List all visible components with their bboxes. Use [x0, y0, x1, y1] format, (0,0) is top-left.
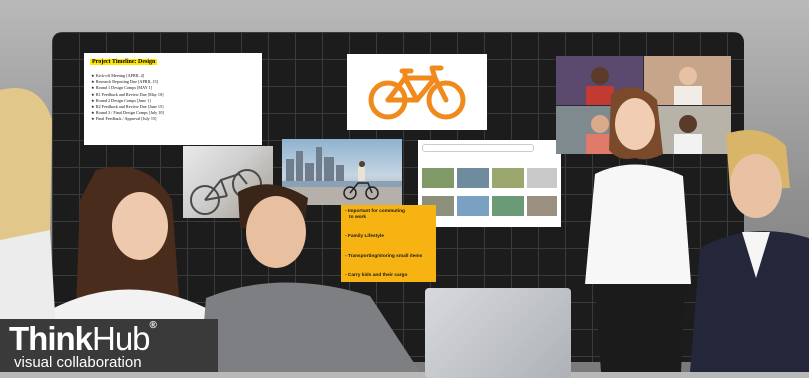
man-in-grey-sweater [200, 184, 420, 372]
list-item: R1 Feedback and Review Due [May 10] [91, 92, 164, 98]
timeline-list: Kick-off Meeting [APRIL 4] Research Repo… [91, 73, 164, 123]
man-in-suit [690, 130, 809, 372]
timeline-title: Project Timeline: Design [90, 59, 158, 65]
thinkhub-logo: ThinkHub® visual collaboration [0, 319, 218, 372]
logo-tagline: visual collaboration [14, 354, 142, 371]
logo-hub: Hub [92, 320, 151, 357]
bicycle-icon-card[interactable] [347, 54, 487, 130]
blonde-woman-left [0, 88, 56, 330]
list-item: Final Feedback / Approval [July 15] [91, 116, 164, 122]
search-thumbnails [422, 168, 557, 216]
project-timeline-card[interactable]: Project Timeline: Design Kick-off Meetin… [84, 53, 262, 145]
bicycle-icon [368, 65, 466, 120]
logo-think: Think [9, 320, 93, 357]
search-bar [422, 144, 534, 152]
laptop [425, 288, 571, 378]
image-search-results[interactable] [418, 140, 561, 227]
logo-wordmark: ThinkHub® [9, 320, 157, 358]
logo-registered: ® [149, 320, 157, 331]
presenter-woman [585, 87, 691, 372]
